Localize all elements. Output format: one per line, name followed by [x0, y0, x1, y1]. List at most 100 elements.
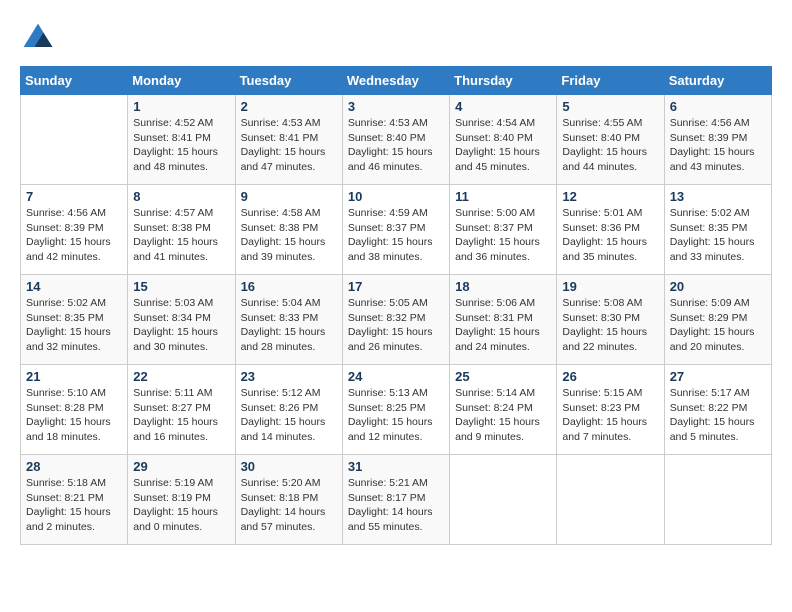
- week-row-5: 28Sunrise: 5:18 AM Sunset: 8:21 PM Dayli…: [21, 455, 772, 545]
- day-cell: [450, 455, 557, 545]
- day-info: Sunrise: 4:57 AM Sunset: 8:38 PM Dayligh…: [133, 206, 229, 265]
- day-number: 18: [455, 279, 551, 294]
- day-info: Sunrise: 5:04 AM Sunset: 8:33 PM Dayligh…: [241, 296, 337, 355]
- day-info: Sunrise: 4:53 AM Sunset: 8:40 PM Dayligh…: [348, 116, 444, 175]
- day-info: Sunrise: 5:12 AM Sunset: 8:26 PM Dayligh…: [241, 386, 337, 445]
- day-number: 11: [455, 189, 551, 204]
- day-cell: [664, 455, 771, 545]
- calendar-body: 1 Sunrise: 4:52 AM Sunset: 8:41 PM Daylig…: [21, 95, 772, 545]
- day-info: Sunrise: 5:03 AM Sunset: 8:34 PM Dayligh…: [133, 296, 229, 355]
- day-number: 27: [670, 369, 766, 384]
- day-number: 8: [133, 189, 229, 204]
- day-cell: 18 Sunrise: 5:06 AM Sunset: 8:31 PM Dayli…: [450, 275, 557, 365]
- day-info: Sunrise: 5:05 AM Sunset: 8:32 PM Dayligh…: [348, 296, 444, 355]
- day-info: Sunrise: 4:53 AM Sunset: 8:41 PM Dayligh…: [241, 116, 337, 175]
- day-cell: 23Sunrise: 5:12 AM Sunset: 8:26 PM Dayli…: [235, 365, 342, 455]
- col-friday: Friday: [557, 67, 664, 95]
- day-info: Sunrise: 4:56 AM Sunset: 8:39 PM Dayligh…: [670, 116, 766, 175]
- day-number: 5: [562, 99, 658, 114]
- day-info: Sunrise: 4:52 AM Sunset: 8:41 PM Dayligh…: [133, 116, 229, 175]
- day-cell: 14 Sunrise: 5:02 AM Sunset: 8:35 PM Dayli…: [21, 275, 128, 365]
- col-tuesday: Tuesday: [235, 67, 342, 95]
- day-number: 10: [348, 189, 444, 204]
- day-cell: 25Sunrise: 5:14 AM Sunset: 8:24 PM Dayli…: [450, 365, 557, 455]
- day-number: 1: [133, 99, 229, 114]
- day-info: Sunrise: 4:59 AM Sunset: 8:37 PM Dayligh…: [348, 206, 444, 265]
- day-number: 3: [348, 99, 444, 114]
- day-number: 21: [26, 369, 122, 384]
- day-info: Sunrise: 5:08 AM Sunset: 8:30 PM Dayligh…: [562, 296, 658, 355]
- day-cell: 17Sunrise: 5:05 AM Sunset: 8:32 PM Dayli…: [342, 275, 449, 365]
- day-info: Sunrise: 5:02 AM Sunset: 8:35 PM Dayligh…: [670, 206, 766, 265]
- week-row-3: 14 Sunrise: 5:02 AM Sunset: 8:35 PM Dayli…: [21, 275, 772, 365]
- day-cell: 11 Sunrise: 5:00 AM Sunset: 8:37 PM Dayli…: [450, 185, 557, 275]
- day-cell: 5 Sunrise: 4:55 AM Sunset: 8:40 PM Daylig…: [557, 95, 664, 185]
- day-cell: 21 Sunrise: 5:10 AM Sunset: 8:28 PM Dayli…: [21, 365, 128, 455]
- day-cell: 26 Sunrise: 5:15 AM Sunset: 8:23 PM Dayli…: [557, 365, 664, 455]
- day-info: Sunrise: 4:56 AM Sunset: 8:39 PM Dayligh…: [26, 206, 122, 265]
- week-row-4: 21 Sunrise: 5:10 AM Sunset: 8:28 PM Dayli…: [21, 365, 772, 455]
- day-info: Sunrise: 5:15 AM Sunset: 8:23 PM Dayligh…: [562, 386, 658, 445]
- calendar-table: Sunday Monday Tuesday Wednesday Thursday…: [20, 66, 772, 545]
- day-cell: [21, 95, 128, 185]
- day-info: Sunrise: 5:18 AM Sunset: 8:21 PM Dayligh…: [26, 476, 122, 535]
- col-wednesday: Wednesday: [342, 67, 449, 95]
- day-cell: 8 Sunrise: 4:57 AM Sunset: 8:38 PM Daylig…: [128, 185, 235, 275]
- col-monday: Monday: [128, 67, 235, 95]
- day-info: Sunrise: 5:21 AM Sunset: 8:17 PM Dayligh…: [348, 476, 444, 535]
- day-cell: 19 Sunrise: 5:08 AM Sunset: 8:30 PM Dayli…: [557, 275, 664, 365]
- day-number: 15: [133, 279, 229, 294]
- col-sunday: Sunday: [21, 67, 128, 95]
- day-info: Sunrise: 5:11 AM Sunset: 8:27 PM Dayligh…: [133, 386, 229, 445]
- day-cell: 4 Sunrise: 4:54 AM Sunset: 8:40 PM Daylig…: [450, 95, 557, 185]
- day-info: Sunrise: 5:06 AM Sunset: 8:31 PM Dayligh…: [455, 296, 551, 355]
- day-info: Sunrise: 5:17 AM Sunset: 8:22 PM Dayligh…: [670, 386, 766, 445]
- day-number: 2: [241, 99, 337, 114]
- day-info: Sunrise: 4:54 AM Sunset: 8:40 PM Dayligh…: [455, 116, 551, 175]
- day-cell: 29Sunrise: 5:19 AM Sunset: 8:19 PM Dayli…: [128, 455, 235, 545]
- day-cell: 16Sunrise: 5:04 AM Sunset: 8:33 PM Dayli…: [235, 275, 342, 365]
- day-number: 9: [241, 189, 337, 204]
- day-number: 24: [348, 369, 444, 384]
- col-thursday: Thursday: [450, 67, 557, 95]
- day-info: Sunrise: 5:09 AM Sunset: 8:29 PM Dayligh…: [670, 296, 766, 355]
- day-info: Sunrise: 5:14 AM Sunset: 8:24 PM Dayligh…: [455, 386, 551, 445]
- day-info: Sunrise: 5:02 AM Sunset: 8:35 PM Dayligh…: [26, 296, 122, 355]
- day-cell: 28Sunrise: 5:18 AM Sunset: 8:21 PM Dayli…: [21, 455, 128, 545]
- day-cell: 6Sunrise: 4:56 AM Sunset: 8:39 PM Daylig…: [664, 95, 771, 185]
- day-number: 14: [26, 279, 122, 294]
- day-cell: 22Sunrise: 5:11 AM Sunset: 8:27 PM Dayli…: [128, 365, 235, 455]
- day-info: Sunrise: 4:58 AM Sunset: 8:38 PM Dayligh…: [241, 206, 337, 265]
- day-cell: 12 Sunrise: 5:01 AM Sunset: 8:36 PM Dayli…: [557, 185, 664, 275]
- page-header: [20, 20, 772, 56]
- day-number: 30: [241, 459, 337, 474]
- day-number: 13: [670, 189, 766, 204]
- day-cell: 13 Sunrise: 5:02 AM Sunset: 8:35 PM Dayli…: [664, 185, 771, 275]
- day-info: Sunrise: 5:00 AM Sunset: 8:37 PM Dayligh…: [455, 206, 551, 265]
- day-number: 26: [562, 369, 658, 384]
- day-cell: 1 Sunrise: 4:52 AM Sunset: 8:41 PM Daylig…: [128, 95, 235, 185]
- day-number: 7: [26, 189, 122, 204]
- day-info: Sunrise: 5:01 AM Sunset: 8:36 PM Dayligh…: [562, 206, 658, 265]
- header-row: Sunday Monday Tuesday Wednesday Thursday…: [21, 67, 772, 95]
- day-cell: 20 Sunrise: 5:09 AM Sunset: 8:29 PM Dayli…: [664, 275, 771, 365]
- day-info: Sunrise: 5:19 AM Sunset: 8:19 PM Dayligh…: [133, 476, 229, 535]
- day-info: Sunrise: 5:10 AM Sunset: 8:28 PM Dayligh…: [26, 386, 122, 445]
- week-row-2: 7 Sunrise: 4:56 AM Sunset: 8:39 PM Daylig…: [21, 185, 772, 275]
- day-number: 19: [562, 279, 658, 294]
- day-number: 20: [670, 279, 766, 294]
- day-cell: 10 Sunrise: 4:59 AM Sunset: 8:37 PM Dayli…: [342, 185, 449, 275]
- day-info: Sunrise: 5:13 AM Sunset: 8:25 PM Dayligh…: [348, 386, 444, 445]
- day-cell: [557, 455, 664, 545]
- day-cell: 31 Sunrise: 5:21 AM Sunset: 8:17 PM Dayli…: [342, 455, 449, 545]
- day-cell: 2 Sunrise: 4:53 AM Sunset: 8:41 PM Daylig…: [235, 95, 342, 185]
- day-info: Sunrise: 4:55 AM Sunset: 8:40 PM Dayligh…: [562, 116, 658, 175]
- day-number: 31: [348, 459, 444, 474]
- day-info: Sunrise: 5:20 AM Sunset: 8:18 PM Dayligh…: [241, 476, 337, 535]
- day-number: 4: [455, 99, 551, 114]
- week-row-1: 1 Sunrise: 4:52 AM Sunset: 8:41 PM Daylig…: [21, 95, 772, 185]
- day-cell: 7 Sunrise: 4:56 AM Sunset: 8:39 PM Daylig…: [21, 185, 128, 275]
- logo: [20, 20, 62, 56]
- day-number: 12: [562, 189, 658, 204]
- day-cell: 3 Sunrise: 4:53 AM Sunset: 8:40 PM Daylig…: [342, 95, 449, 185]
